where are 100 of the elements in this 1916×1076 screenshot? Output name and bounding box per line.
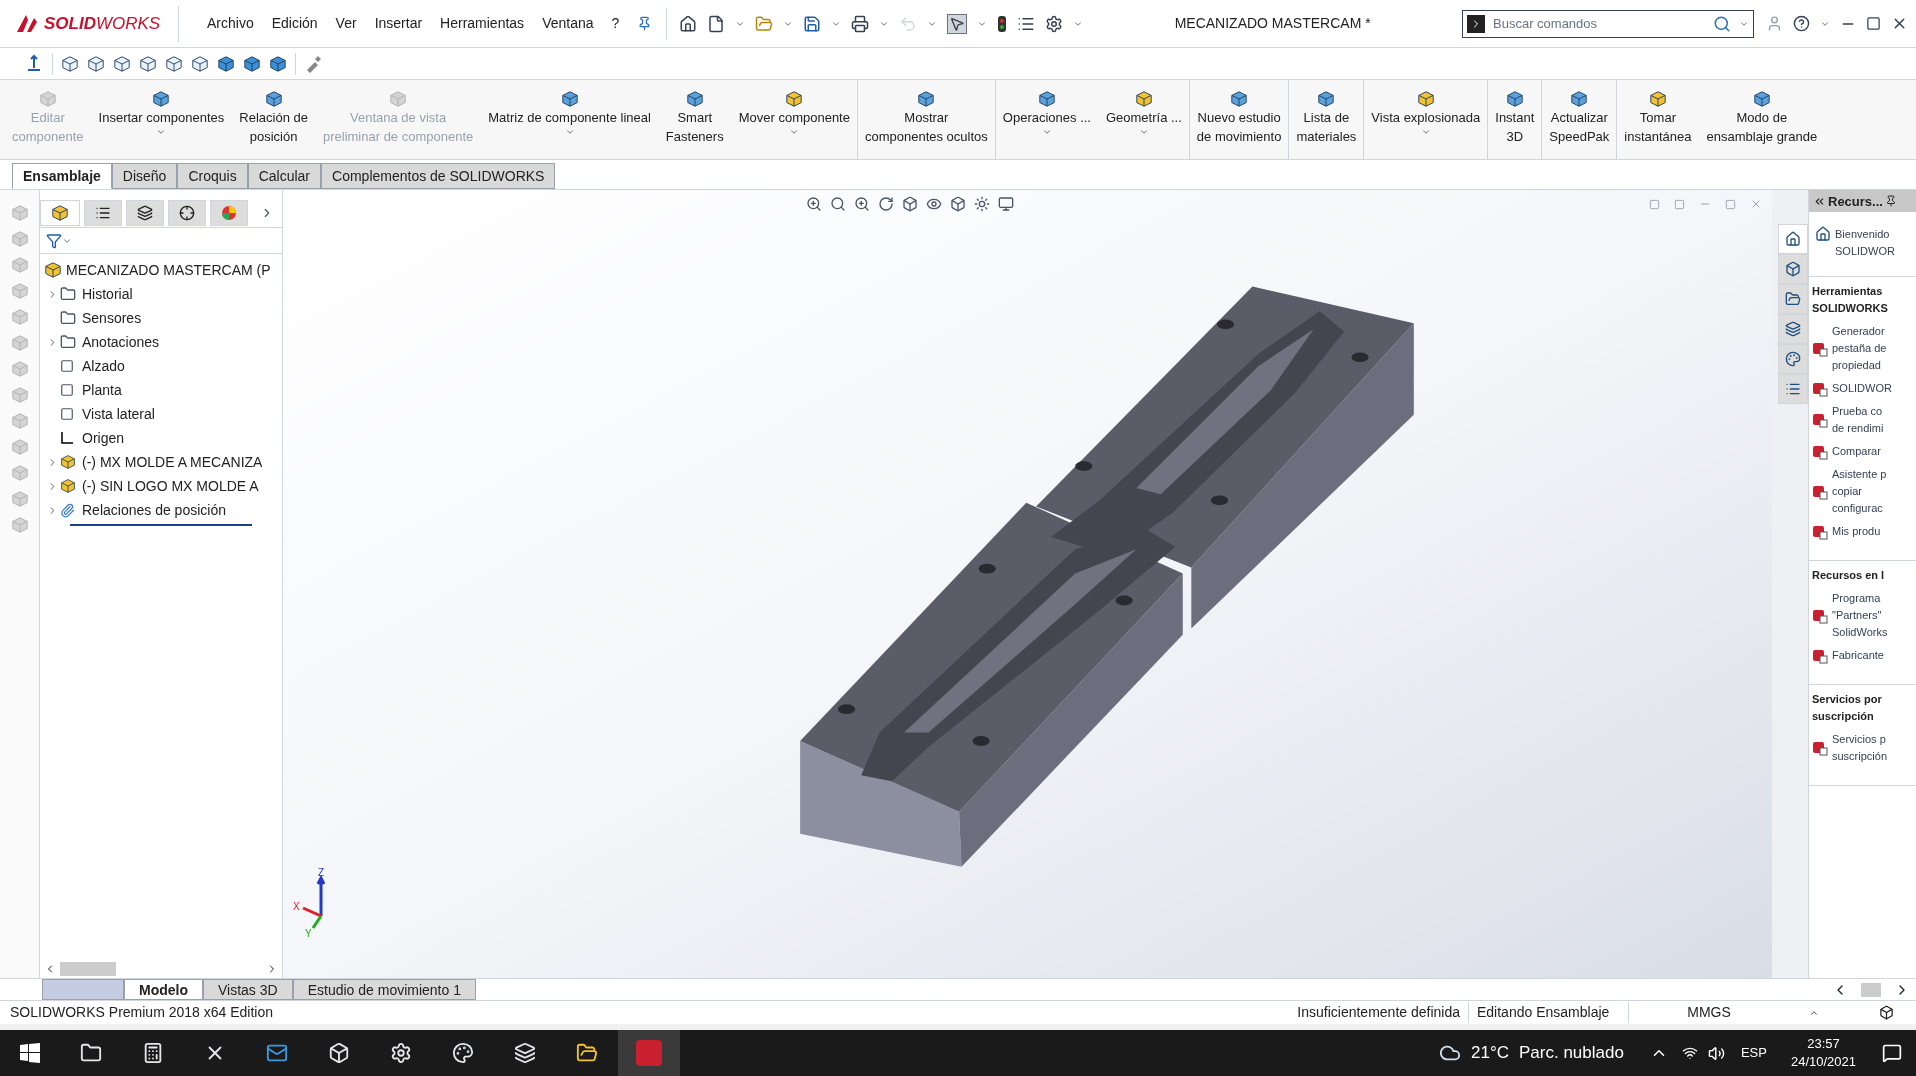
- search-field[interactable]: Buscar comandos: [1493, 13, 1705, 34]
- task-pane-tab[interactable]: [1778, 254, 1808, 284]
- command-button[interactable]: Lista de materiales: [1288, 80, 1364, 159]
- tree-item[interactable]: Relaciones de posición: [82, 499, 226, 521]
- weather-label[interactable]: Parc. nublado: [1519, 1040, 1624, 1066]
- taskbar-app-icon[interactable]: [390, 1042, 412, 1064]
- windows-start-icon[interactable]: [20, 1043, 40, 1063]
- taskbar-app-icon[interactable]: [576, 1042, 598, 1064]
- ribbon-tab[interactable]: Diseño: [111, 163, 178, 189]
- command-button[interactable]: Mostrar componentes ocultos: [856, 80, 995, 159]
- resource-link[interactable]: Asistente p copiar configurac: [1832, 466, 1887, 517]
- view-tool-icon[interactable]: [974, 196, 990, 212]
- window-tile-icon[interactable]: [1649, 198, 1660, 210]
- view-tool-icon[interactable]: [998, 196, 1014, 212]
- search-bar[interactable]: Buscar comandos: [1462, 9, 1754, 38]
- command-button[interactable]: Geometría ...: [1097, 80, 1189, 159]
- traffic-light-icon[interactable]: [997, 14, 1008, 33]
- help-icon[interactable]: [1793, 15, 1810, 32]
- taskbar-app-icon[interactable]: [266, 1042, 288, 1064]
- command-button[interactable]: Smart Fasteners: [657, 80, 731, 159]
- view-tool-icon[interactable]: [830, 196, 846, 212]
- menu-item[interactable]: Ventana: [542, 13, 594, 34]
- taskbar-app-icon[interactable]: [142, 1042, 164, 1064]
- select-tool-button[interactable]: [947, 13, 968, 34]
- appearance-tab[interactable]: [210, 199, 248, 226]
- task-pane-tab[interactable]: [1778, 224, 1808, 254]
- menu-item[interactable]: ?: [611, 13, 620, 34]
- home-icon[interactable]: [679, 14, 698, 33]
- menu-item[interactable]: Archivo: [207, 13, 254, 34]
- taskbar-app-icon[interactable]: [80, 1042, 102, 1064]
- pin-icon[interactable]: [637, 16, 653, 31]
- new-file-icon[interactable]: [707, 14, 726, 33]
- units-status[interactable]: MMGS: [1629, 1002, 1789, 1023]
- tree-root[interactable]: MECANIZADO MASTERCAM (P: [66, 259, 271, 281]
- tree-tab[interactable]: [40, 199, 80, 226]
- language-indicator[interactable]: ESP: [1740, 1043, 1767, 1063]
- task-pane-tab[interactable]: [1778, 284, 1808, 314]
- scroll-thumb[interactable]: [60, 962, 116, 976]
- resource-link[interactable]: Mis produ: [1832, 523, 1881, 540]
- wifi-icon[interactable]: [1681, 1045, 1698, 1061]
- search-icon[interactable]: [1713, 14, 1731, 33]
- tree-item[interactable]: Vista lateral: [82, 403, 155, 425]
- notifications-icon[interactable]: [1882, 1043, 1902, 1063]
- command-button[interactable]: Actualizar SpeedPak: [1541, 80, 1617, 159]
- menu-item[interactable]: Insertar: [374, 13, 423, 34]
- command-button[interactable]: Operaciones ...: [994, 80, 1098, 159]
- configuration-tab[interactable]: [126, 199, 164, 226]
- command-button[interactable]: Vista explosionada: [1363, 80, 1488, 159]
- model-tab[interactable]: Vistas 3D: [203, 979, 293, 1000]
- task-pane-tab[interactable]: [1778, 344, 1808, 374]
- view-tool-icon[interactable]: [854, 196, 870, 212]
- pin-icon[interactable]: [1884, 195, 1897, 207]
- resource-link[interactable]: Comparar: [1832, 443, 1881, 460]
- maximize-icon[interactable]: [1866, 16, 1881, 31]
- save-icon[interactable]: [803, 14, 822, 33]
- status-icon[interactable]: [1879, 1005, 1894, 1020]
- volume-icon[interactable]: [1707, 1044, 1725, 1062]
- resource-link[interactable]: Generador pestaña de propiedad: [1832, 323, 1887, 374]
- welcome-link[interactable]: Bienvenido SOLIDWOR: [1835, 226, 1895, 260]
- resource-link[interactable]: Prueba co de rendimi: [1832, 403, 1884, 437]
- model-tab[interactable]: Modelo: [124, 979, 203, 1000]
- menu-item[interactable]: Ver: [335, 13, 357, 34]
- model-tab[interactable]: Estudio de movimiento 1: [292, 979, 476, 1000]
- ribbon-tab[interactable]: Calcular: [247, 163, 322, 189]
- command-button[interactable]: Mover componente: [730, 80, 857, 159]
- taskbar-app-icon[interactable]: [328, 1042, 350, 1064]
- ribbon-tab[interactable]: Ensamblaje: [12, 163, 112, 189]
- filter-icon[interactable]: [46, 232, 62, 249]
- view-tool-icon[interactable]: [902, 196, 918, 212]
- tree-item[interactable]: Origen: [82, 427, 125, 449]
- command-button[interactable]: Nuevo estudio de movimiento: [1188, 80, 1289, 159]
- open-folder-icon[interactable]: [755, 14, 774, 33]
- tree-item[interactable]: Sensores: [82, 307, 142, 329]
- resource-link[interactable]: Programa "Partners" SolidWorks: [1832, 590, 1888, 641]
- ribbon-tab[interactable]: Complementos de SOLIDWORKS: [321, 163, 556, 189]
- settings-icon[interactable]: [1045, 14, 1064, 33]
- view-tool-icon[interactable]: [806, 196, 822, 212]
- tree-item[interactable]: (-) SIN LOGO MX MOLDE A: [82, 475, 259, 497]
- taskbar-app-icon[interactable]: [514, 1042, 536, 1064]
- tree-item[interactable]: Historial: [82, 283, 133, 305]
- view-tool-icon[interactable]: [926, 196, 942, 212]
- command-button[interactable]: Insertar componentes: [90, 80, 232, 159]
- resource-link[interactable]: Fabricante: [1832, 647, 1884, 664]
- view-tool-icon[interactable]: [950, 196, 966, 212]
- command-button[interactable]: Modo de ensamblaje grande: [1698, 80, 1825, 159]
- command-button[interactable]: Tomar instantánea: [1616, 80, 1699, 159]
- tree-item[interactable]: Alzado: [82, 355, 125, 377]
- taskbar-app-icon[interactable]: [452, 1042, 474, 1064]
- tree-item[interactable]: Anotaciones: [82, 331, 160, 353]
- tree-item[interactable]: (-) MX MOLDE A MECANIZA: [82, 451, 263, 473]
- task-pane-tab[interactable]: [1778, 374, 1808, 404]
- clock[interactable]: 23:57 24/10/2021: [1790, 1035, 1856, 1071]
- tree-item[interactable]: Planta: [82, 379, 122, 401]
- resource-link[interactable]: Servicios p suscripción: [1832, 731, 1888, 765]
- task-pane-tab[interactable]: [1778, 314, 1808, 344]
- dimxpert-tab[interactable]: [168, 199, 206, 226]
- user-icon[interactable]: [1766, 15, 1783, 32]
- menu-item[interactable]: Herramientas: [440, 13, 525, 34]
- temperature-label[interactable]: 21°C: [1471, 1040, 1509, 1066]
- menu-item[interactable]: Edición: [271, 13, 318, 34]
